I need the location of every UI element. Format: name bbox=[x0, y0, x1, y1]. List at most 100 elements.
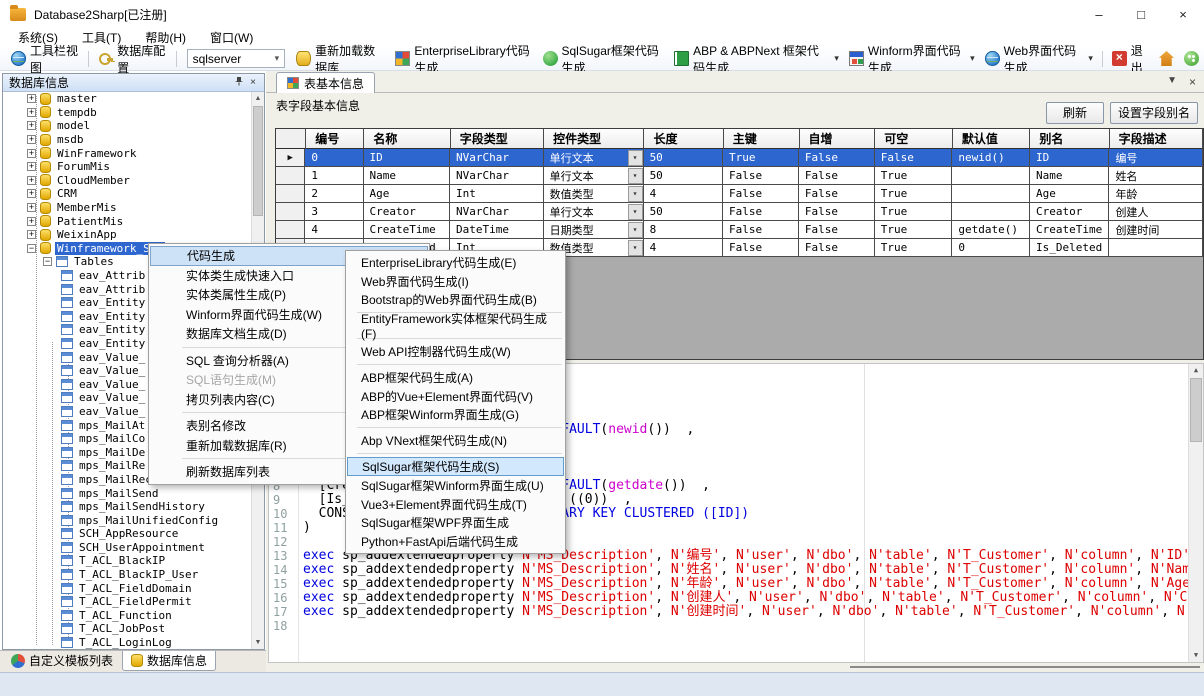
submenu-item[interactable]: Abp VNext框架代码生成(N) bbox=[347, 431, 564, 450]
grid-cell[interactable]: True bbox=[875, 239, 953, 257]
chevron-down-icon[interactable]: ▾ bbox=[628, 150, 643, 166]
tree-item-database[interactable]: +WeixinApp bbox=[3, 228, 251, 242]
refresh-button[interactable]: 刷新 bbox=[1046, 102, 1104, 124]
grid-cell[interactable]: Creator bbox=[1030, 203, 1109, 221]
chevron-down-icon[interactable]: ▾ bbox=[628, 204, 643, 220]
reload-database-button[interactable]: 重新加载数据库 bbox=[291, 48, 390, 70]
submenu-item[interactable]: Vue3+Element界面代码生成(T) bbox=[347, 495, 564, 514]
grid-cell[interactable]: False bbox=[723, 239, 799, 257]
control-type-combobox[interactable]: 日期类型▾ bbox=[544, 221, 644, 239]
grid-cell[interactable]: False bbox=[723, 203, 799, 221]
grid-cell[interactable]: True bbox=[875, 203, 953, 221]
tree-item-table[interactable]: T_ACL_FieldDomain bbox=[3, 581, 251, 595]
tree-expander-icon[interactable]: − bbox=[43, 257, 52, 266]
tree-item-database[interactable]: +WinFramework bbox=[3, 146, 251, 160]
tree-item-database[interactable]: +msdb bbox=[3, 133, 251, 147]
grid-cell[interactable]: True bbox=[723, 149, 799, 167]
grid-column-header[interactable]: 编号 bbox=[306, 129, 364, 149]
scrollbar-thumb[interactable] bbox=[253, 106, 263, 216]
tree-item-table[interactable]: SCH_UserAppointment bbox=[3, 541, 251, 555]
pin-icon[interactable] bbox=[232, 76, 246, 89]
grid-cell[interactable]: False bbox=[799, 185, 875, 203]
grid-cell[interactable]: False bbox=[723, 185, 799, 203]
tree-item-database[interactable]: +tempdb bbox=[3, 106, 251, 120]
grid-cell[interactable]: Age bbox=[364, 185, 451, 203]
grid-cell[interactable]: Name bbox=[364, 167, 451, 185]
share-button[interactable] bbox=[1179, 48, 1204, 70]
tree-item-database[interactable]: +model bbox=[3, 119, 251, 133]
chevron-down-icon[interactable]: ▾ bbox=[1088, 53, 1093, 64]
tree-expander-icon[interactable]: + bbox=[27, 230, 36, 239]
grid-cell[interactable]: Creator bbox=[364, 203, 451, 221]
grid-column-header[interactable]: 默认值 bbox=[953, 129, 1031, 149]
tree-expander-icon[interactable]: + bbox=[27, 149, 36, 158]
grid-cell[interactable] bbox=[952, 203, 1030, 221]
exit-button[interactable]: 退出 bbox=[1107, 48, 1154, 70]
grid-cell[interactable]: 0 bbox=[305, 149, 363, 167]
tab-close-icon[interactable]: × bbox=[1189, 75, 1196, 89]
sqlsugar-codegen-button[interactable]: SqlSugar框架代码生成 bbox=[538, 48, 670, 70]
panel-close-icon[interactable]: × bbox=[246, 77, 260, 88]
grid-cell[interactable]: 4 bbox=[644, 239, 723, 257]
tab-list-dropdown-icon[interactable]: ▼ bbox=[1167, 75, 1177, 89]
table-row[interactable]: 1NameNVarChar单行文本▾50FalseFalseTrueName姓名 bbox=[276, 167, 1203, 185]
submenu-item[interactable]: SqlSugar框架代码生成(S) bbox=[347, 457, 564, 476]
chevron-down-icon[interactable]: ▾ bbox=[628, 168, 643, 184]
tree-item-table[interactable]: SCH_AppResource bbox=[3, 527, 251, 541]
grid-cell[interactable]: 8 bbox=[644, 221, 723, 239]
grid-cell[interactable]: False bbox=[723, 167, 799, 185]
grid-cell[interactable]: ID bbox=[1030, 149, 1109, 167]
tree-item-database[interactable]: +MemberMis bbox=[3, 201, 251, 215]
control-type-combobox[interactable]: 单行文本▾ bbox=[544, 167, 644, 185]
tree-item-table[interactable]: mps_MailSend bbox=[3, 486, 251, 500]
grid-cell[interactable]: 4 bbox=[305, 221, 363, 239]
grid-cell[interactable]: NVarChar bbox=[450, 149, 544, 167]
grid-column-header[interactable]: 长度 bbox=[644, 129, 723, 149]
grid-column-header[interactable]: 主键 bbox=[724, 129, 800, 149]
grid-cell[interactable]: False bbox=[799, 239, 875, 257]
scroll-down-icon[interactable]: ▼ bbox=[1189, 649, 1203, 662]
grid-cell[interactable]: 0 bbox=[952, 239, 1030, 257]
grid-cell[interactable]: 姓名 bbox=[1109, 167, 1203, 185]
tree-expander-icon[interactable]: − bbox=[27, 244, 36, 253]
tree-expander-icon[interactable]: + bbox=[27, 94, 36, 103]
grid-cell[interactable]: newid() bbox=[952, 149, 1030, 167]
submenu-item[interactable]: Bootstrap的Web界面代码生成(B) bbox=[347, 291, 564, 310]
chevron-down-icon[interactable]: ▾ bbox=[628, 186, 643, 202]
abp-codegen-button[interactable]: ABP & ABPNext 框架代码生成▾ bbox=[669, 48, 844, 70]
tree-expander-icon[interactable]: + bbox=[27, 135, 36, 144]
grid-cell[interactable]: True bbox=[875, 185, 953, 203]
tree-expander-icon[interactable]: + bbox=[27, 121, 36, 130]
chevron-down-icon[interactable]: ▾ bbox=[970, 53, 975, 64]
editor-scrollbar[interactable]: ▲ ▼ bbox=[1188, 364, 1203, 662]
horizontal-scrollbar-thumb[interactable] bbox=[850, 666, 1200, 668]
grid-cell[interactable]: False bbox=[799, 167, 875, 185]
grid-cell[interactable]: CreateTime bbox=[1030, 221, 1109, 239]
tree-item-database[interactable]: +CRM bbox=[3, 187, 251, 201]
grid-cell[interactable]: 3 bbox=[305, 203, 363, 221]
minimize-button[interactable]: – bbox=[1078, 0, 1120, 28]
scrollbar-thumb[interactable] bbox=[1190, 378, 1202, 442]
enterpriselibrary-codegen-button[interactable]: EnterpriseLibrary代码生成 bbox=[390, 48, 537, 70]
table-row[interactable]: ▶0IDNVarChar单行文本▾50TrueFalseFalsenewid()… bbox=[276, 149, 1203, 167]
scroll-up-icon[interactable]: ▲ bbox=[1189, 364, 1203, 377]
control-type-combobox[interactable]: 单行文本▾ bbox=[544, 149, 644, 167]
control-type-combobox[interactable]: 单行文本▾ bbox=[544, 203, 644, 221]
grid-cell[interactable]: NVarChar bbox=[450, 203, 544, 221]
web-codegen-button[interactable]: Web界面代码生成▾ bbox=[980, 48, 1098, 70]
tree-item-database[interactable]: +CloudMember bbox=[3, 174, 251, 188]
submenu-item[interactable]: Web界面代码生成(I) bbox=[347, 272, 564, 291]
tree-item-database[interactable]: +ForumMis bbox=[3, 160, 251, 174]
grid-cell[interactable]: 50 bbox=[644, 149, 723, 167]
grid-cell[interactable]: 创建时间 bbox=[1109, 221, 1203, 239]
close-button[interactable]: × bbox=[1162, 0, 1204, 28]
tree-item-database[interactable]: +master bbox=[3, 92, 251, 106]
submenu-item[interactable]: ABP框架Winform界面生成(G) bbox=[347, 406, 564, 425]
grid-cell[interactable]: Name bbox=[1030, 167, 1109, 185]
grid-cell[interactable]: False bbox=[799, 149, 875, 167]
tree-item-table[interactable]: T_ACL_JobPost bbox=[3, 622, 251, 636]
db-type-combo[interactable]: sqlserver▾ bbox=[187, 49, 286, 68]
chevron-down-icon[interactable]: ▾ bbox=[834, 53, 839, 64]
tree-expander-icon[interactable]: + bbox=[27, 189, 36, 198]
table-row[interactable]: 4CreateTimeDateTime日期类型▾8FalseFalseTrueg… bbox=[276, 221, 1203, 239]
